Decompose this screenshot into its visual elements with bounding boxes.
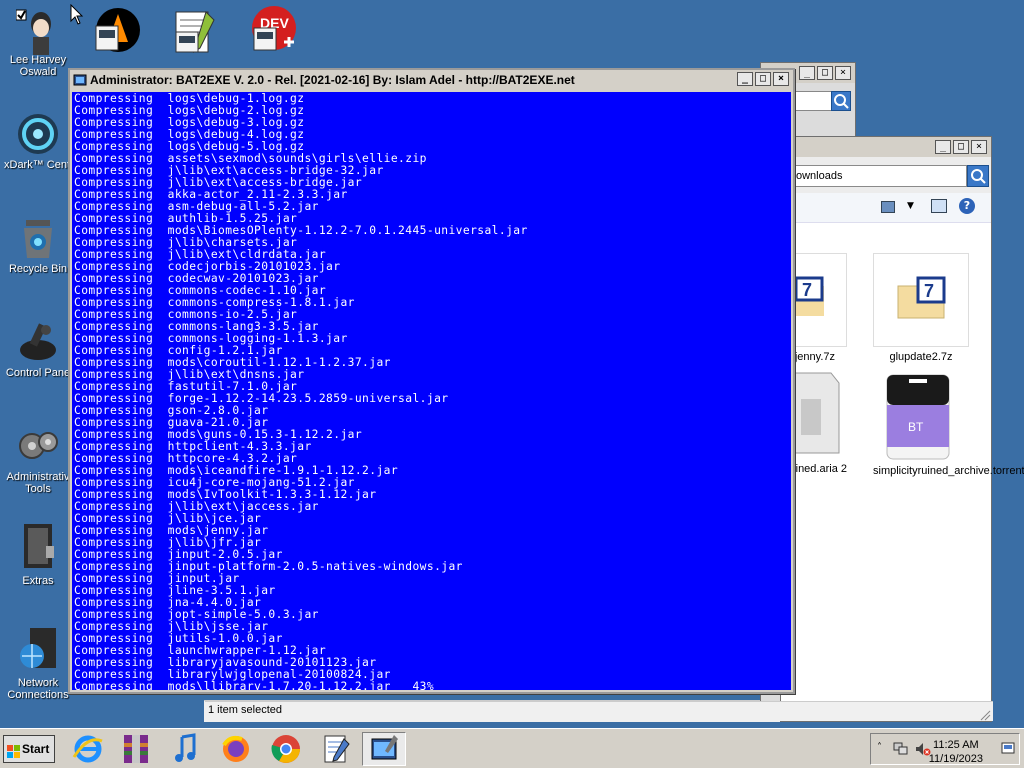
desktop-icon-label: Network Connections	[7, 677, 69, 701]
7z-archive-icon: 7	[873, 253, 969, 347]
clock-date: 11/19/2023	[928, 753, 983, 765]
taskbar-console-active-icon[interactable]	[362, 732, 406, 766]
desktop-icon-label: Recycle Bin	[8, 263, 68, 275]
close-button[interactable]: ×	[971, 140, 987, 154]
desktop-icon-administrative-tools[interactable]: Administrativ Tools	[0, 424, 76, 495]
desktop-icon-extras[interactable]: Extras	[0, 520, 76, 587]
taskbar-internet-explorer-icon[interactable]	[66, 732, 110, 766]
desktop-icon-network-connections[interactable]: Network Connections	[0, 626, 76, 701]
file-item[interactable]: BT simplicityruined_archive.torrent	[873, 371, 1024, 501]
network-tray-icon[interactable]	[893, 742, 909, 756]
address-bar-area: ownloads	[781, 157, 991, 193]
status-bar-text: 1 item selected	[208, 704, 282, 716]
console-output-area[interactable]: Compressing logs\debug-1.log.gz Compressi…	[72, 92, 791, 690]
system-tray: ˄ 11:25 AM 11/19/2023	[870, 733, 1020, 765]
start-button[interactable]: Start	[3, 735, 55, 763]
chevron-down-icon[interactable]: ▼	[907, 201, 914, 211]
minimize-button[interactable]: _	[737, 72, 753, 86]
desktop-icon-xdark-center[interactable]: xDark™ Cent	[0, 112, 76, 171]
desktop-icon-label: Control Pane	[5, 367, 71, 379]
close-button[interactable]: ×	[835, 66, 851, 80]
maximize-button[interactable]: □	[817, 66, 833, 80]
desktop-icon-label: Extras	[22, 575, 54, 587]
help-icon[interactable]: ?	[959, 198, 975, 214]
console-title: Administrator: BAT2EXE V. 2.0 - Rel. [20…	[90, 73, 575, 87]
address-field[interactable]: ownloads	[791, 165, 967, 187]
file-name: glupdate2.7z	[889, 351, 953, 363]
minimize-button[interactable]: _	[799, 66, 815, 80]
preview-pane-icon[interactable]	[931, 199, 947, 213]
shortcut-dev-icon[interactable]: DEV	[248, 6, 298, 54]
xdark-icon	[16, 112, 60, 156]
file-item[interactable]: 7 glupdate2.7z	[873, 253, 969, 363]
desktop-icon-recycle-bin[interactable]: Recycle Bin	[0, 216, 76, 275]
taskbar-notepad-icon[interactable]	[314, 732, 358, 766]
desktop-icon-lee-harvey-oswald[interactable]: Lee Harvey Oswald	[0, 6, 76, 78]
explorer-window-downloads[interactable]: _ □ × ownloads ▼ ? 7 jenny.7z 7 glupdate…	[205, 136, 1024, 722]
show-hidden-icons-icon[interactable]: ˄	[877, 742, 882, 753]
search-icon[interactable]	[967, 165, 989, 187]
network-globe-icon	[16, 626, 60, 674]
shortcut-avast-icon[interactable]	[92, 6, 142, 54]
desktop-icon-control-panel[interactable]: Control Pane	[0, 320, 76, 379]
maximize-button[interactable]: □	[755, 72, 771, 86]
gears-icon	[16, 424, 60, 468]
maximize-button[interactable]: □	[953, 140, 969, 154]
title-bar: _ □ ×	[781, 137, 991, 157]
recycle-bin-icon	[16, 216, 60, 260]
start-label: Start	[22, 742, 50, 756]
svg-text:7: 7	[802, 280, 812, 300]
svg-text:BT: BT	[908, 420, 924, 434]
toolbar: ▼ ?	[781, 193, 991, 223]
console-output: Compressing logs\debug-1.log.gz Compressi…	[72, 92, 791, 691]
taskbar-winrar-icon[interactable]	[114, 732, 158, 766]
close-button[interactable]: ×	[773, 72, 789, 86]
person-icon	[15, 6, 60, 55]
file-name: simplicityruined_archive.torrent	[873, 465, 1024, 477]
minimize-button[interactable]: _	[935, 140, 951, 154]
folder-icon	[16, 520, 60, 572]
show-desktop-button[interactable]	[1001, 740, 1015, 758]
taskbar-firefox-icon[interactable]	[214, 732, 258, 766]
resize-grip-icon[interactable]	[979, 709, 991, 721]
control-panel-icon	[16, 320, 60, 364]
search-icon[interactable]	[831, 91, 851, 111]
document-icon	[791, 369, 841, 457]
console-title-bar[interactable]: Administrator: BAT2EXE V. 2.0 - Rel. [20…	[70, 70, 793, 90]
taskbar-chrome-icon[interactable]	[264, 732, 308, 766]
taskbar-music-player-icon[interactable]	[164, 732, 208, 766]
console-window[interactable]: Administrator: BAT2EXE V. 2.0 - Rel. [20…	[68, 68, 795, 694]
mouse-cursor-icon	[70, 3, 84, 29]
taskbar: Start ˄ 11:25 AM 11/19/2023	[0, 728, 1024, 768]
console-app-icon	[73, 73, 87, 87]
clock-time: 11:25 AM	[933, 739, 979, 751]
desktop-icon-label: Administrativ Tools	[6, 471, 70, 495]
windows-logo-icon	[7, 742, 21, 768]
desktop-icon-label: xDark™ Cent	[4, 159, 71, 171]
view-options-icon[interactable]	[881, 201, 895, 213]
status-bar	[205, 701, 993, 721]
console-line: Compressing mods\llibrary-1.7.20-1.12.2.…	[74, 680, 435, 691]
shortcut-editor-icon[interactable]	[170, 8, 220, 56]
clock[interactable]: 11:25 AM 11/19/2023	[929, 738, 983, 766]
torrent-file-icon: BT	[883, 371, 953, 463]
svg-text:7: 7	[924, 281, 934, 301]
